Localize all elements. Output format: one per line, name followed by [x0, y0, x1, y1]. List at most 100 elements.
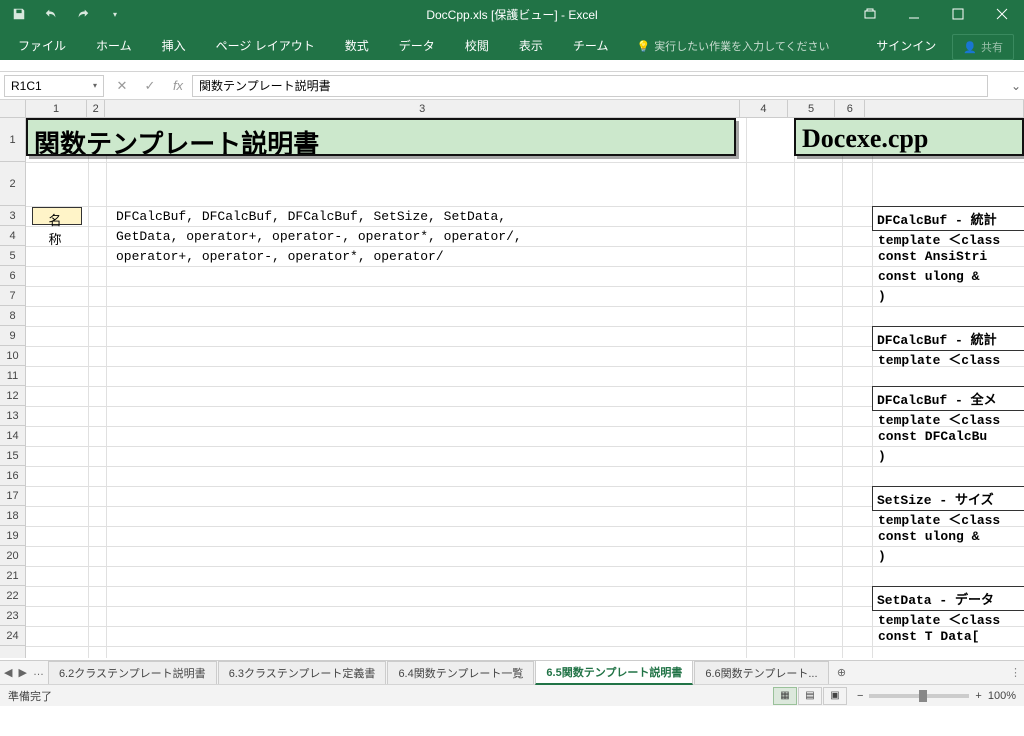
- zoom-slider[interactable]: [869, 694, 969, 698]
- zoom-out-button[interactable]: −: [857, 690, 863, 702]
- row-header[interactable]: 11: [0, 366, 25, 386]
- row-header[interactable]: 10: [0, 346, 25, 366]
- tab-view[interactable]: 表示: [505, 31, 557, 60]
- col-header[interactable]: 6: [835, 100, 865, 117]
- fx-icon[interactable]: fx: [164, 75, 192, 97]
- sheet-tab[interactable]: 6.2クラステンプレート説明書: [48, 661, 217, 684]
- zoom-level[interactable]: 100%: [988, 690, 1016, 702]
- document-subtitle-cell[interactable]: Docexe.cpp: [794, 118, 1024, 156]
- row-header[interactable]: 20: [0, 546, 25, 566]
- row-header[interactable]: 15: [0, 446, 25, 466]
- row-header[interactable]: 6: [0, 266, 25, 286]
- code-line[interactable]: ): [874, 447, 1024, 466]
- ribbon-display-icon[interactable]: [848, 0, 892, 28]
- row-header[interactable]: 23: [0, 606, 25, 626]
- tab-team[interactable]: チーム: [559, 31, 623, 60]
- formula-bar-expand-icon[interactable]: ⌄: [1008, 79, 1024, 93]
- sheet-nav-next-icon[interactable]: ▶: [18, 666, 26, 679]
- col-header[interactable]: [865, 100, 1024, 117]
- select-all-corner[interactable]: [0, 100, 26, 117]
- sheet-nav[interactable]: ◀ ▶ …: [0, 666, 48, 679]
- sheet-tab[interactable]: 6.4関数テンプレート一覧: [387, 661, 534, 684]
- tab-scroll-icon[interactable]: ⋮: [1010, 666, 1024, 679]
- col-header[interactable]: 5: [788, 100, 836, 117]
- tab-page-layout[interactable]: ページ レイアウト: [202, 31, 329, 60]
- row-header[interactable]: 22: [0, 586, 25, 606]
- tell-me-search[interactable]: 💡 実行したい作業を入力してください: [624, 32, 860, 60]
- col-header[interactable]: 3: [105, 100, 740, 117]
- col-header[interactable]: 1: [26, 100, 88, 117]
- col-header[interactable]: 2: [87, 100, 105, 117]
- redo-icon[interactable]: [72, 3, 94, 25]
- zoom-thumb[interactable]: [919, 690, 927, 702]
- undo-icon[interactable]: [40, 3, 62, 25]
- page-break-view-button[interactable]: ▣: [823, 687, 847, 705]
- cell-area[interactable]: 関数テンプレート説明書 Docexe.cpp 名 称 DFCalcBuf, DF…: [26, 118, 1024, 658]
- row-header[interactable]: 12: [0, 386, 25, 406]
- formula-value: 関数テンプレート説明書: [199, 77, 331, 94]
- page-layout-view-button[interactable]: ▤: [798, 687, 822, 705]
- add-sheet-button[interactable]: ⊕: [830, 666, 854, 679]
- code-line[interactable]: ): [874, 547, 1024, 566]
- code-line[interactable]: const ulong &: [874, 527, 1024, 546]
- sheet-nav-more-icon[interactable]: …: [33, 666, 44, 679]
- view-buttons: ▦ ▤ ▣: [773, 687, 847, 705]
- row-header[interactable]: 19: [0, 526, 25, 546]
- row-header[interactable]: 9: [0, 326, 25, 346]
- name-box[interactable]: R1C1 ▾: [4, 75, 104, 97]
- row-header[interactable]: 4: [0, 226, 25, 246]
- code-line[interactable]: const AnsiStri: [874, 247, 1024, 266]
- code-line[interactable]: GetData, operator+, operator-, operator*…: [112, 227, 742, 246]
- code-line[interactable]: const ulong &: [874, 267, 1024, 286]
- tab-file[interactable]: ファイル: [4, 31, 80, 60]
- row-header[interactable]: 13: [0, 406, 25, 426]
- row-header[interactable]: 21: [0, 566, 25, 586]
- status-bar: 準備完了 ▦ ▤ ▣ − + 100%: [0, 684, 1024, 706]
- tab-insert[interactable]: 挿入: [148, 31, 200, 60]
- tab-data[interactable]: データ: [385, 31, 449, 60]
- spreadsheet-grid[interactable]: 1 2 3 4 5 6 1 2 3 4 5 6 7 8 9 10 11 12 1…: [0, 100, 1024, 660]
- row-header[interactable]: 14: [0, 426, 25, 446]
- row-header[interactable]: 2: [0, 162, 25, 206]
- name-box-value: R1C1: [11, 79, 42, 93]
- row-header[interactable]: 5: [0, 246, 25, 266]
- code-line[interactable]: operator+, operator-, operator*, operato…: [112, 247, 742, 266]
- code-line[interactable]: ): [874, 287, 1024, 306]
- code-line[interactable]: const T Data[: [874, 627, 1024, 646]
- row-header[interactable]: 24: [0, 626, 25, 646]
- formula-input[interactable]: 関数テンプレート説明書: [192, 75, 988, 97]
- row-header[interactable]: 1: [0, 118, 25, 162]
- tab-formulas[interactable]: 数式: [331, 31, 383, 60]
- tab-home[interactable]: ホーム: [82, 31, 146, 60]
- document-title-cell[interactable]: 関数テンプレート説明書: [26, 118, 736, 156]
- row-header[interactable]: 3: [0, 206, 25, 226]
- column-headers: 1 2 3 4 5 6: [0, 100, 1024, 118]
- code-line[interactable]: template ＜class: [874, 347, 1024, 370]
- label-name-cell[interactable]: 名 称: [32, 207, 82, 225]
- chevron-down-icon: ▾: [93, 81, 97, 90]
- sheet-nav-prev-icon[interactable]: ◀: [4, 666, 12, 679]
- code-line[interactable]: const DFCalcBu: [874, 427, 1024, 446]
- row-header[interactable]: 18: [0, 506, 25, 526]
- accept-formula-icon[interactable]: ✓: [136, 75, 164, 97]
- cancel-formula-icon[interactable]: ✕: [108, 75, 136, 97]
- share-button[interactable]: 👤 共有: [952, 34, 1014, 60]
- zoom-in-button[interactable]: +: [975, 690, 981, 702]
- row-header[interactable]: 8: [0, 306, 25, 326]
- normal-view-button[interactable]: ▦: [773, 687, 797, 705]
- qat-dropdown-icon[interactable]: ▾: [104, 3, 126, 25]
- row-header[interactable]: 7: [0, 286, 25, 306]
- maximize-button[interactable]: [936, 0, 980, 28]
- code-line[interactable]: DFCalcBuf, DFCalcBuf, DFCalcBuf, SetSize…: [112, 207, 742, 226]
- sheet-tab[interactable]: 6.3クラステンプレート定義書: [218, 661, 387, 684]
- row-header[interactable]: 16: [0, 466, 25, 486]
- close-button[interactable]: [980, 0, 1024, 28]
- save-icon[interactable]: [8, 3, 30, 25]
- col-header[interactable]: 4: [740, 100, 788, 117]
- minimize-button[interactable]: [892, 0, 936, 28]
- sheet-tab[interactable]: 6.6関数テンプレート...: [694, 661, 828, 684]
- signin-button[interactable]: サインイン: [862, 31, 950, 60]
- row-header[interactable]: 17: [0, 486, 25, 506]
- tab-review[interactable]: 校閲: [451, 31, 503, 60]
- sheet-tab-active[interactable]: 6.5関数テンプレート説明書: [535, 660, 693, 685]
